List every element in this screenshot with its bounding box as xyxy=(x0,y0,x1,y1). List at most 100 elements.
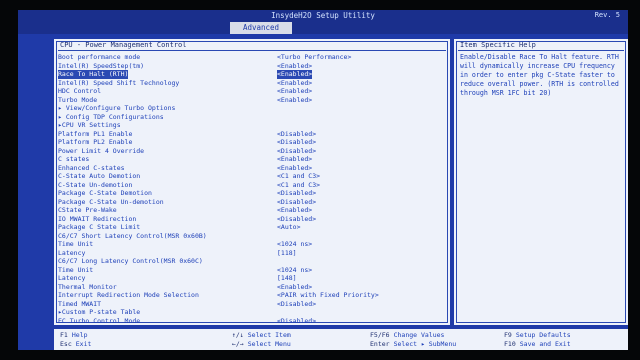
setting-label: ▸ Config TDP Configurations xyxy=(58,112,164,121)
setting-value[interactable]: <Enabled> xyxy=(277,87,312,96)
setting-short-time-unit[interactable]: Time Unit <1024 ns> xyxy=(54,240,450,249)
setting-speed-shift[interactable]: Intel(R) Speed Shift Technology <Enabled> xyxy=(54,79,450,88)
section-divider xyxy=(58,50,446,51)
setting-long-time-unit[interactable]: Time Unit <1024 ns> xyxy=(54,266,450,275)
setting-value[interactable]: <Enabled> xyxy=(277,79,312,88)
setting-value[interactable]: <Enabled> xyxy=(277,96,312,105)
setting-thermal-monitor[interactable]: Thermal Monitor <Enabled> xyxy=(54,283,450,292)
setting-package-c-state-demotion[interactable]: Package C-State Demotion <Disabled> xyxy=(54,189,450,198)
key-description: Save and Exit xyxy=(519,340,571,348)
key-label: F5/F6 xyxy=(370,331,390,339)
setting-label: IO MWAIT Redirection xyxy=(58,214,137,223)
setting-turbo-mode[interactable]: Turbo Mode <Enabled> xyxy=(54,96,450,105)
setting-io-mwait-redirection[interactable]: IO MWAIT Redirection <Disabled> xyxy=(54,215,450,224)
key-change-values: F5/F6 Change Values xyxy=(370,331,444,339)
setting-value[interactable]: <Disabled> xyxy=(277,147,316,156)
setting-value[interactable]: <Disabled> xyxy=(277,130,316,139)
submenu-custom-p-state-table[interactable]: ▸Custom P-state Table xyxy=(54,308,450,317)
setting-label: EC Turbo Control Mode xyxy=(58,316,141,325)
setting-label: ▸CPU VR Settings xyxy=(58,121,121,129)
setting-label: Enhanced C-states xyxy=(58,163,125,172)
setting-race-to-halt[interactable]: Race To Halt (RTH) <Enabled> xyxy=(54,70,450,79)
key-legend: F1 Help Esc Exit ↑/↓ Select Item ←/→ Select … xyxy=(54,329,628,350)
setting-label: Turbo Mode xyxy=(58,95,98,104)
setting-value[interactable]: <Disabled> xyxy=(277,215,316,224)
submenu-cpu-vr-settings[interactable]: ▸CPU VR Settings xyxy=(54,121,450,130)
help-text: Enable/Disable Race To Halt feature. RTH… xyxy=(460,53,619,97)
bios-screen: InsydeH2O Setup Utility Rev. 5 Advanced … xyxy=(18,10,628,350)
setting-value[interactable]: <Enabled> xyxy=(277,70,313,79)
setting-value[interactable]: [148] xyxy=(277,274,297,283)
tab-row: Advanced xyxy=(18,22,628,34)
setting-speedstep[interactable]: Intel(R) SpeedStep(tm) <Enabled> xyxy=(54,62,450,71)
setting-value[interactable]: <Auto> xyxy=(277,223,300,232)
key-label: F1 xyxy=(60,331,68,339)
setting-label: Thermal Monitor xyxy=(58,282,117,291)
setting-label: Timed MWAIT xyxy=(58,299,102,308)
key-label: Enter xyxy=(370,340,390,348)
setting-value[interactable]: <Enabled> xyxy=(277,62,312,71)
setting-package-c-state-un-demotion[interactable]: Package C-State Un-demotion <Disabled> xyxy=(54,198,450,207)
setting-hdc-control[interactable]: HDC Control <Enabled> xyxy=(54,87,450,96)
setting-package-c-state-limit[interactable]: Package C State Limit <Auto> xyxy=(54,223,450,232)
setting-c-state-auto-demotion[interactable]: C-State Auto Demotion <C1 and C3> xyxy=(54,172,450,181)
setting-label: HDC Control xyxy=(58,87,102,95)
tab-advanced[interactable]: Advanced xyxy=(230,22,292,34)
setting-label: C6/C7 Long Latency Control(MSR 0x60C) xyxy=(58,257,203,265)
key-label: ↑/↓ xyxy=(232,331,244,339)
key-select-submenu: Enter Select ▸ SubMenu xyxy=(370,340,456,348)
key-description: Setup Defaults xyxy=(515,331,571,339)
app-title: InsydeH2O Setup Utility xyxy=(271,11,375,20)
setting-value[interactable]: <Enabled> xyxy=(277,164,312,173)
setting-label: Power Limit 4 Override xyxy=(58,146,145,155)
setting-label: C6/C7 Short Latency Control(MSR 0x60B) xyxy=(58,231,207,240)
setting-value[interactable]: <Disabled> xyxy=(277,317,316,326)
setting-value[interactable]: <PAIR with Fixed Priority> xyxy=(277,291,379,300)
setting-cstate-pre-wake[interactable]: CState Pre-Wake <Enabled> xyxy=(54,206,450,215)
setting-label: Latency xyxy=(58,274,86,282)
setting-platform-pl1[interactable]: Platform PL1 Enable <Disabled> xyxy=(54,130,450,139)
setting-value[interactable]: <1024 ns> xyxy=(277,266,312,275)
setting-label: C-State Un-demotion xyxy=(58,180,133,189)
setting-label: Latency xyxy=(58,248,86,257)
help-title: Item Specific Help xyxy=(460,41,536,49)
help-divider xyxy=(458,50,624,51)
setting-label: Interrupt Redirection Mode Selection xyxy=(58,291,199,299)
setting-value[interactable]: <Enabled> xyxy=(277,155,312,164)
setting-timed-mwait[interactable]: Timed MWAIT <Disabled> xyxy=(54,300,450,309)
setting-value[interactable]: <C1 and C3> xyxy=(277,181,320,190)
setting-enhanced-c-states[interactable]: Enhanced C-states <Enabled> xyxy=(54,164,450,173)
submenu-turbo-options[interactable]: ▸ View/Configure Turbo Options xyxy=(54,104,450,113)
key-label: F9 xyxy=(504,331,512,339)
setting-value[interactable]: [118] xyxy=(277,249,297,258)
submenu-config-tdp[interactable]: ▸ Config TDP Configurations xyxy=(54,113,450,122)
setting-c-states[interactable]: C states <Enabled> xyxy=(54,155,450,164)
setting-value[interactable]: <Disabled> xyxy=(277,198,316,207)
setting-short-latency[interactable]: Latency [118] xyxy=(54,249,450,258)
setting-value[interactable]: <Turbo Performance> xyxy=(277,53,351,62)
setting-value[interactable]: <Disabled> xyxy=(277,138,316,147)
setting-long-latency[interactable]: Latency [148] xyxy=(54,274,450,283)
setting-value[interactable]: <Enabled> xyxy=(277,206,312,215)
setting-value[interactable]: <Enabled> xyxy=(277,283,312,292)
setting-label: Time Unit xyxy=(58,240,94,248)
setting-value[interactable]: <Disabled> xyxy=(277,189,316,198)
key-select-menu: ←/→ Select Menu xyxy=(232,340,291,348)
setting-c-state-un-demotion[interactable]: C-State Un-demotion <C1 and C3> xyxy=(54,181,450,190)
setting-label: Platform PL2 Enable xyxy=(58,138,133,146)
setting-value[interactable]: <Disabled> xyxy=(277,300,316,309)
setting-power-limit-4[interactable]: Power Limit 4 Override <Disabled> xyxy=(54,147,450,156)
setting-platform-pl2[interactable]: Platform PL2 Enable <Disabled> xyxy=(54,138,450,147)
setting-value[interactable]: <C1 and C3> xyxy=(277,172,320,181)
settings-list: Boot performance mode <Turbo Performance>… xyxy=(54,53,450,325)
setting-label: Intel(R) Speed Shift Technology xyxy=(58,78,180,87)
key-description: Exit xyxy=(75,340,92,348)
setting-boot-performance-mode[interactable]: Boot performance mode <Turbo Performance> xyxy=(54,53,450,62)
setting-label: Package C State Limit xyxy=(58,223,141,231)
key-help: F1 Help xyxy=(60,331,87,339)
settings-panel: CPU - Power Management Control Boot perf… xyxy=(54,39,450,325)
setting-ec-turbo-control-mode[interactable]: EC Turbo Control Mode <Disabled> xyxy=(54,317,450,326)
setting-interrupt-redirection[interactable]: Interrupt Redirection Mode Selection <PAI… xyxy=(54,291,450,300)
key-label: Esc xyxy=(60,340,72,348)
setting-value[interactable]: <1024 ns> xyxy=(277,240,312,249)
